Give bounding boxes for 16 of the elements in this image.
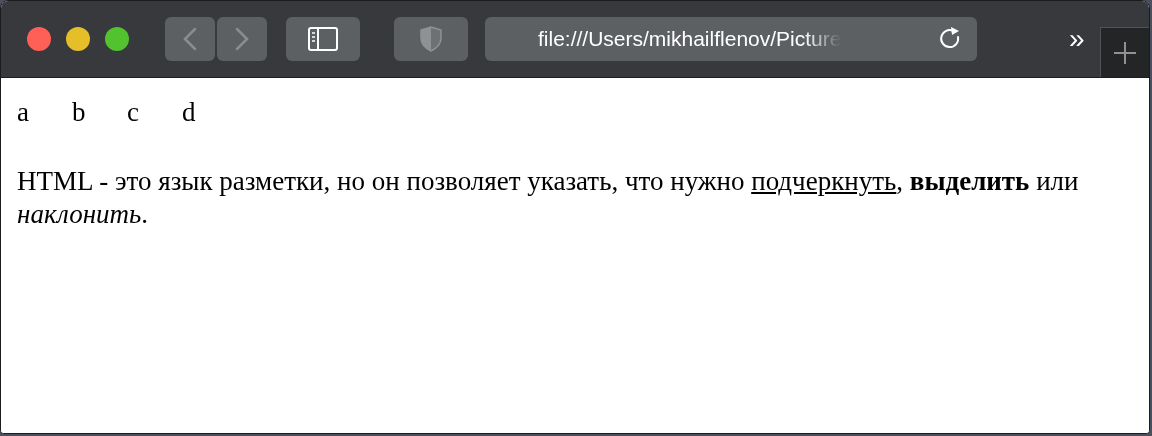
- letter-text: d: [182, 96, 197, 129]
- shield-icon: [420, 26, 442, 52]
- paragraph-text: HTML - это язык разметки, но он позволяет указать, что нужно подчеркнуть, выделить или наклонить.: [17, 165, 1080, 231]
- overflow-button[interactable]: »: [1069, 25, 1085, 53]
- letter-text: b: [72, 96, 87, 129]
- letter-text: c: [127, 96, 140, 129]
- plus-icon: [1113, 40, 1137, 65]
- close-window-button[interactable]: [27, 27, 51, 51]
- letter-text: a: [17, 96, 30, 129]
- zoom-window-button[interactable]: [105, 27, 129, 51]
- chevron-left-icon: [183, 27, 197, 51]
- chevron-right-icon: [235, 27, 249, 51]
- minimize-window-button[interactable]: [66, 27, 90, 51]
- new-tab-button[interactable]: [1100, 27, 1149, 77]
- sidebar-button[interactable]: [286, 17, 360, 61]
- sidebar-icon: [308, 27, 338, 51]
